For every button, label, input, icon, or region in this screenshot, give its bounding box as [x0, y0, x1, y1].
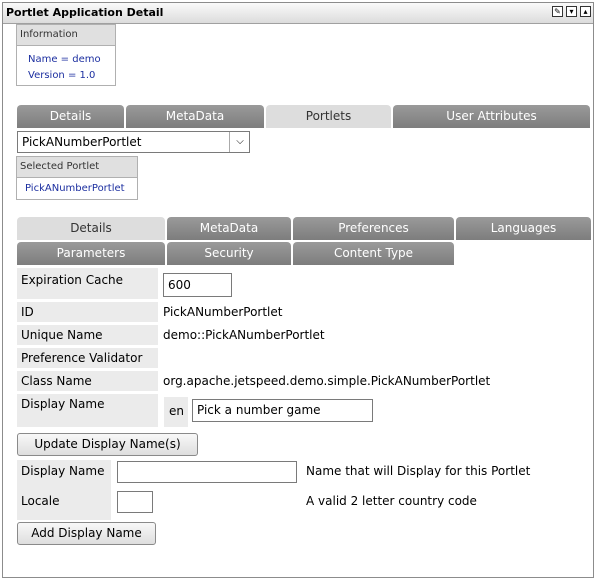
- chevron-down-icon[interactable]: ⌵: [229, 132, 250, 152]
- portlet-title: Portlet Application Detail: [6, 6, 164, 19]
- subtab-languages[interactable]: Languages: [456, 217, 591, 240]
- selected-portlet-box: PickANumberPortlet: [16, 178, 138, 200]
- tab-metadata[interactable]: MetaData: [126, 105, 264, 128]
- expiration-cache-input[interactable]: 600: [163, 273, 232, 297]
- expiration-cache-label: Expiration Cache: [17, 268, 158, 299]
- id-label: ID: [17, 302, 158, 322]
- display-name-input[interactable]: Pick a number game: [192, 399, 373, 422]
- portlet-titlebar: Portlet Application Detail ✎ ▾ ▴: [3, 3, 593, 24]
- portlet-window: Portlet Application Detail ✎ ▾ ▴ Informa…: [2, 2, 594, 578]
- preference-validator-label: Preference Validator: [17, 348, 158, 368]
- tab-details[interactable]: Details: [17, 105, 124, 128]
- class-name-value: org.apache.jetspeed.demo.simple.PickANum…: [163, 374, 491, 388]
- portlet-select[interactable]: PickANumberPortlet ⌵: [17, 131, 250, 153]
- information-box: Name = demo Version = 1.0: [16, 46, 116, 86]
- locale-input[interactable]: [117, 491, 153, 513]
- display-name-label: Display Name: [17, 394, 158, 427]
- portlet-content: Information Name = demo Version = 1.0 De…: [3, 24, 593, 577]
- tab-user-attributes[interactable]: User Attributes: [393, 105, 590, 128]
- edit-icon[interactable]: ✎: [552, 6, 563, 17]
- subtab-preferences[interactable]: Preferences: [293, 217, 454, 240]
- locale-label: Locale: [17, 490, 111, 520]
- update-display-names-button[interactable]: Update Display Name(s): [17, 433, 198, 456]
- id-value: PickANumberPortlet: [163, 305, 283, 319]
- minimize-icon[interactable]: ▾: [566, 6, 577, 17]
- class-name-label: Class Name: [17, 371, 158, 391]
- app-version: Version = 1.0: [28, 70, 96, 81]
- display-name-locale-cell: en: [164, 397, 188, 427]
- app-name: Name = demo: [28, 54, 101, 65]
- add-display-name-button[interactable]: Add Display Name: [17, 522, 156, 545]
- subtab-metadata[interactable]: MetaData: [167, 217, 291, 240]
- selected-portlet-link[interactable]: PickANumberPortlet: [25, 183, 125, 194]
- information-header: Information: [16, 24, 116, 46]
- selected-portlet-header: Selected Portlet: [16, 156, 138, 178]
- tab-portlets[interactable]: Portlets: [266, 105, 391, 128]
- maximize-icon[interactable]: ▴: [580, 6, 591, 17]
- locale-hint: A valid 2 letter country code: [306, 494, 477, 508]
- unique-name-value: demo::PickANumberPortlet: [163, 328, 325, 342]
- display-name-locale: en: [169, 404, 184, 418]
- subtab-security[interactable]: Security: [167, 242, 291, 265]
- subtab-details[interactable]: Details: [17, 217, 165, 240]
- subtab-parameters[interactable]: Parameters: [17, 242, 165, 265]
- add-display-name-input[interactable]: [117, 461, 297, 483]
- subtab-content-type[interactable]: Content Type: [293, 242, 454, 265]
- portlet-select-value: PickANumberPortlet: [22, 135, 142, 149]
- add-display-name-label: Display Name: [17, 460, 111, 490]
- unique-name-label: Unique Name: [17, 325, 158, 345]
- add-display-name-hint: Name that will Display for this Portlet: [306, 464, 531, 478]
